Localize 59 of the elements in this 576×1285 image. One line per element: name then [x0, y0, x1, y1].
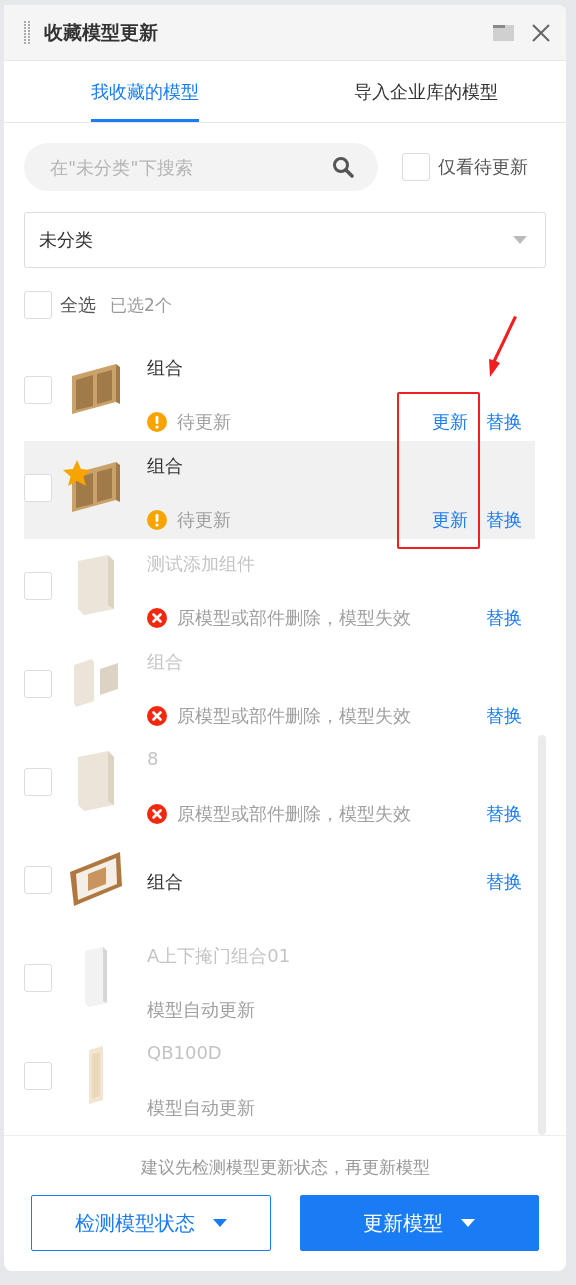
status-text: 原模型或部件删除，模型失效 — [177, 606, 412, 630]
status-text: 待更新 — [177, 410, 232, 434]
checkbox[interactable] — [24, 572, 52, 600]
model-name: 组合 — [147, 356, 183, 380]
tab[interactable]: 我收藏的模型 — [4, 61, 285, 122]
replace-link[interactable]: 替换 — [486, 410, 522, 434]
status-text: 模型自动更新 — [147, 998, 256, 1022]
model-name: 组合 — [147, 454, 183, 478]
selected-count: 已选2个 — [110, 293, 172, 317]
model-name: 组合 — [147, 870, 183, 894]
checkbox[interactable] — [24, 670, 52, 698]
status-text: 待更新 — [177, 508, 232, 532]
minimize-button[interactable] — [493, 24, 514, 41]
hint-text: 建议先检测模型更新状态，再更新模型 — [140, 1156, 430, 1179]
model-name: A上下掩门组合01 — [147, 944, 291, 968]
window-title: 收藏模型更新 — [44, 19, 159, 45]
replace-link[interactable]: 替换 — [486, 870, 522, 894]
status-text: 原模型或部件删除，模型失效 — [177, 704, 412, 728]
error-icon — [147, 804, 167, 824]
caret-icon — [212, 1219, 227, 1227]
warning-icon — [147, 412, 167, 432]
status-text: 原模型或部件删除，模型失效 — [177, 802, 412, 826]
category-dropdown[interactable]: 未分类 — [24, 212, 546, 268]
checkbox[interactable] — [24, 964, 52, 992]
warning-icon — [147, 510, 167, 530]
check-button[interactable]: 检测模型状态 — [31, 1195, 271, 1251]
replace-link[interactable]: 替换 — [486, 606, 522, 630]
replace-link[interactable]: 替换 — [486, 508, 522, 532]
model-name: 8 — [147, 748, 159, 769]
model-name: QB100D — [147, 1042, 222, 1063]
drag-handle-icon[interactable] — [24, 20, 30, 45]
checkbox[interactable] — [24, 768, 52, 796]
search-field[interactable]: 在"未分类"下搜索 — [24, 143, 378, 191]
window-icon — [493, 24, 514, 41]
model-name: 测试添加组件 — [147, 552, 255, 576]
checkbox[interactable] — [24, 376, 52, 404]
error-icon — [147, 608, 167, 628]
update-link[interactable]: 更新 — [432, 410, 468, 434]
checkbox[interactable] — [24, 291, 52, 319]
caret-icon — [461, 1219, 476, 1227]
caret-icon — [513, 236, 527, 244]
update-button[interactable]: 更新模型 — [299, 1195, 539, 1251]
checkbox[interactable] — [402, 153, 430, 181]
close-button[interactable] — [532, 23, 550, 42]
checkbox[interactable] — [24, 474, 52, 502]
checkbox-label: 仅看待更新 — [438, 155, 528, 179]
replace-link[interactable]: 替换 — [486, 802, 522, 826]
tab[interactable]: 导入企业库的模型 — [285, 61, 566, 122]
checkbox[interactable] — [24, 1062, 52, 1090]
search-icon — [332, 156, 354, 178]
model-row[interactable]: 组合 待更新 更新 替换 — [24, 441, 535, 539]
replace-link[interactable]: 替换 — [486, 704, 522, 728]
update-link[interactable]: 更新 — [432, 508, 468, 532]
model-name: 组合 — [147, 650, 183, 674]
status-text: 模型自动更新 — [147, 1096, 256, 1120]
close-icon — [532, 23, 550, 42]
checkbox[interactable] — [24, 866, 52, 894]
checkbox-label: 全选 — [60, 293, 96, 317]
error-icon — [147, 706, 167, 726]
